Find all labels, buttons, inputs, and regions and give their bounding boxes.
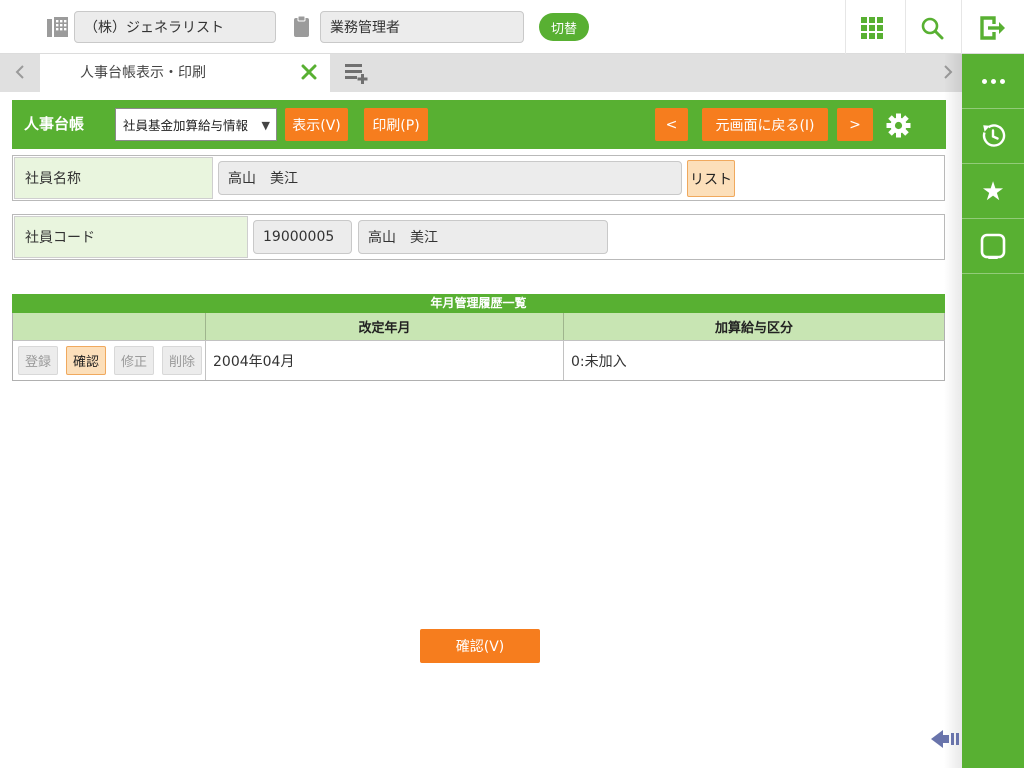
revision-month-cell: 2004年04月 [206, 341, 564, 380]
divider [905, 0, 906, 54]
tab-bar: 人事台帳表示・印刷 [0, 54, 962, 92]
tab-label: 人事台帳表示・印刷 [80, 65, 206, 81]
employee-name-row: 社員名称 リスト [12, 155, 945, 201]
employee-name-label: 社員名称 [14, 157, 213, 199]
tab-active[interactable]: 人事台帳表示・印刷 [40, 54, 330, 92]
info-type-dropdown[interactable]: 社員基金加算給与情報 ▼ [115, 108, 277, 141]
employee-code-input[interactable] [253, 220, 352, 254]
show-button[interactable]: 表示(V) [285, 108, 348, 141]
info-type-value: 社員基金加算給与情報 [123, 118, 249, 133]
column-pay-category: 加算給与区分 [714, 321, 793, 336]
more-icon[interactable] [962, 54, 1024, 109]
register-button[interactable]: 登録 [18, 346, 58, 375]
confirm-row-button[interactable]: 確認 [66, 346, 106, 375]
column-actions [13, 313, 206, 340]
top-bar: 切替 [0, 0, 1024, 54]
confirm-button[interactable]: 確認(V) [420, 629, 540, 663]
content-edge-shadow [944, 54, 962, 768]
chevron-down-icon: ▼ [261, 119, 270, 132]
logout-icon[interactable] [980, 15, 1006, 41]
prev-record-button[interactable]: < [655, 108, 688, 141]
tab-close-icon[interactable] [300, 64, 318, 82]
role-input[interactable] [320, 11, 524, 43]
next-record-button[interactable]: > [837, 108, 873, 141]
back-to-screen-button[interactable]: 元画面に戻る(I) [702, 108, 828, 141]
apps-grid-icon[interactable] [859, 15, 885, 41]
ledger-toolbar: 人事台帳 社員基金加算給与情報 ▼ 表示(V) 印刷(P) < 元画面に戻る(I… [12, 100, 946, 149]
tray-icon[interactable] [962, 219, 1024, 274]
row-actions-cell: 登録 確認 修正 削除 [13, 341, 206, 380]
pay-category-cell: 0:未加入 [564, 341, 944, 380]
column-revision-month: 改定年月 [206, 313, 564, 340]
star-glyph: ★ [981, 176, 1005, 206]
page-title: 人事台帳 [24, 115, 85, 133]
employee-code-name-input[interactable] [358, 220, 608, 254]
revision-month-value: 2004年04月 [213, 353, 295, 370]
employee-code-label: 社員コード [14, 216, 248, 258]
history-table: 年月管理履歴一覧 改定年月 加算給与区分 登録 確認 修正 削除 2004年04… [12, 294, 945, 381]
favorites-star-icon[interactable]: ★ [962, 164, 1024, 219]
table-title: 年月管理履歴一覧 [12, 294, 945, 313]
history-icon[interactable] [962, 109, 1024, 164]
divider [845, 0, 846, 54]
tab-scroll-right-icon[interactable] [938, 64, 956, 82]
switch-button[interactable]: 切替 [539, 13, 589, 41]
table-header-row: 改定年月 加算給与区分 [12, 313, 945, 340]
pay-category-value: 0:未加入 [571, 353, 627, 370]
modify-button[interactable]: 修正 [114, 346, 154, 375]
employee-code-row: 社員コード [12, 214, 945, 260]
divider [961, 0, 962, 54]
tab-scroll-left-icon[interactable] [12, 64, 30, 82]
employee-name-input[interactable] [218, 161, 682, 195]
right-sidebar: ★ [962, 54, 1024, 768]
role-icon [293, 15, 310, 41]
collapse-panel-icon[interactable] [931, 728, 961, 752]
search-icon[interactable] [919, 15, 945, 41]
print-button[interactable]: 印刷(P) [364, 108, 428, 141]
ellipsis-dots [981, 78, 1005, 84]
table-row: 登録 確認 修正 削除 2004年04月 0:未加入 [12, 340, 945, 381]
gear-icon[interactable] [884, 111, 912, 139]
company-input[interactable] [74, 11, 276, 43]
add-tab-icon[interactable] [344, 62, 370, 86]
list-button[interactable]: リスト [687, 160, 735, 197]
delete-button[interactable]: 削除 [162, 346, 202, 375]
company-icon [46, 17, 68, 41]
